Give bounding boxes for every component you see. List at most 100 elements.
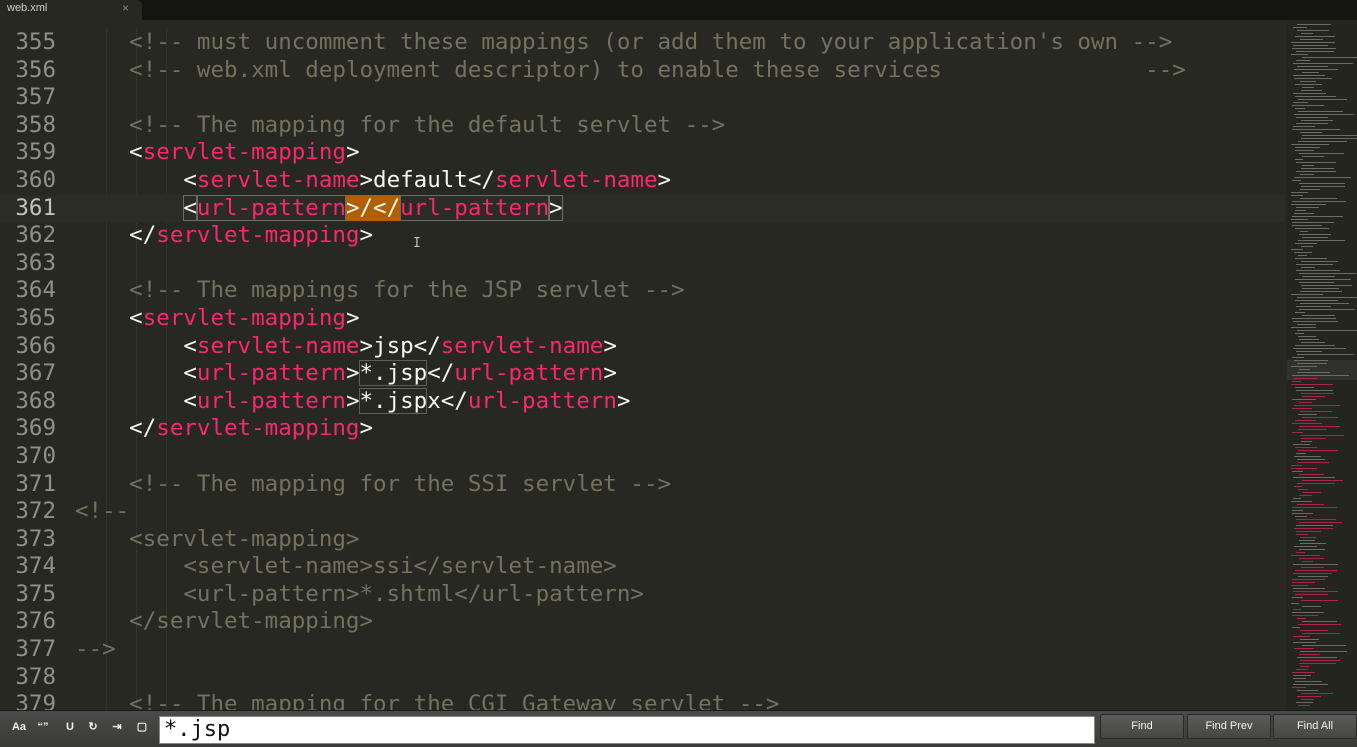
minimap-line	[1302, 561, 1313, 562]
minimap-line	[1302, 417, 1338, 418]
minimap-line	[1292, 222, 1334, 223]
tab-web-xml[interactable]: web.xml ×	[0, 0, 142, 20]
minimap-line	[1292, 672, 1315, 673]
minimap[interactable]	[1287, 20, 1357, 710]
line-number: 378	[15, 663, 56, 690]
code-line[interactable]: 379 <!-- The mapping for the CGI Gateway…	[0, 691, 1285, 710]
code-token: </servlet-mapping>	[75, 608, 374, 635]
code-line[interactable]: 361 <url-pattern>/</url-pattern>	[0, 194, 1285, 223]
find-prev-button[interactable]: Find Prev	[1187, 714, 1271, 739]
code-line[interactable]: 375 <url-pattern>*.shtml</url-pattern>	[0, 581, 1285, 609]
code-line[interactable]: 364 <!-- The mappings for the JSP servle…	[0, 277, 1285, 305]
wrap-icon[interactable]: ↻	[84, 718, 102, 736]
minimap-line	[1298, 429, 1327, 430]
code-token: >	[616, 387, 631, 414]
minimap-line	[1292, 432, 1303, 433]
minimap-line	[1297, 363, 1327, 364]
minimap-line	[1302, 57, 1357, 58]
minimap-line	[1295, 258, 1327, 259]
code-token: <	[75, 304, 143, 331]
minimap-line	[1291, 468, 1317, 469]
code-editor[interactable]: 355 <!-- must uncomment these mappings (…	[0, 29, 1285, 710]
minimap-line	[1293, 498, 1301, 499]
find-all-button[interactable]: Find All	[1273, 714, 1357, 739]
code-line[interactable]: 374 <servlet-name>ssi</servlet-name>	[0, 553, 1285, 581]
find-button[interactable]: Find	[1100, 714, 1184, 739]
minimap-line	[1294, 648, 1314, 649]
code-line[interactable]: 373 <servlet-mapping>	[0, 526, 1285, 554]
code-line[interactable]: 368 <url-pattern>*.jspx</url-pattern>	[0, 387, 1285, 416]
minimap-line	[1292, 399, 1316, 400]
minimap-line	[1296, 51, 1334, 52]
minimap-line	[1292, 612, 1324, 613]
minimap-line	[1298, 705, 1310, 706]
code-line[interactable]: 378	[0, 664, 1285, 692]
code-token: >	[345, 139, 360, 166]
line-number: 376	[15, 608, 56, 635]
code-token: <	[75, 387, 197, 414]
case-sensitive-icon[interactable]: Aa	[10, 718, 28, 736]
minimap-line	[1294, 213, 1314, 214]
minimap-line	[1299, 183, 1345, 184]
code-line[interactable]: 367 <url-pattern>*.jsp</url-pattern>	[0, 360, 1285, 388]
code-line[interactable]: 355 <!-- must uncomment these mappings (…	[0, 29, 1285, 57]
code-line[interactable]: 363	[0, 250, 1285, 278]
code-line[interactable]: 376 </servlet-mapping>	[0, 608, 1285, 636]
code-token: url-pattern	[196, 387, 346, 414]
code-token: <url-pattern>*.shtml</url-pattern>	[75, 580, 644, 607]
minimap-line	[1298, 111, 1343, 112]
line-number: 363	[15, 249, 56, 276]
code-line[interactable]: 359 <servlet-mapping>	[0, 139, 1285, 167]
minimap-line	[1293, 564, 1338, 565]
code-line[interactable]: 370	[0, 443, 1285, 471]
code-line[interactable]: 366 <servlet-name>jsp</servlet-name>	[0, 333, 1285, 361]
close-icon[interactable]: ×	[122, 1, 129, 15]
minimap-line	[1300, 174, 1314, 175]
code-line[interactable]: 371 <!-- The mapping for the SSI servlet…	[0, 471, 1285, 499]
minimap-line	[1301, 246, 1313, 247]
code-line[interactable]: 365 <servlet-mapping>	[0, 305, 1285, 333]
code-token: <!-- The mappings for the JSP servlet --…	[75, 277, 685, 304]
minimap-line	[1296, 171, 1336, 172]
highlight-matches-icon[interactable]: ⇥	[108, 718, 126, 736]
code-line[interactable]: 356 <!-- web.xml deployment descriptor) …	[0, 57, 1285, 85]
code-token: servlet-name	[440, 332, 604, 359]
code-token: <	[75, 139, 143, 166]
code-token: >default</	[359, 166, 495, 193]
minimap-line	[1298, 489, 1308, 490]
minimap-line	[1296, 264, 1333, 265]
in-selection-icon[interactable]: U	[61, 718, 79, 736]
minimap-line	[1300, 537, 1316, 538]
find-panel: Aa “” U ↻ ⇥ ▢ *.jsp Find Find Prev Find All	[0, 710, 1357, 747]
minimap-line	[1291, 501, 1312, 502]
code-line[interactable]: 362 </servlet-mapping>	[0, 222, 1285, 250]
minimap-line	[1302, 396, 1325, 397]
minimap-line	[1295, 96, 1336, 97]
minimap-line	[1296, 519, 1336, 520]
minimap-line	[1291, 465, 1302, 466]
minimap-line	[1293, 126, 1315, 127]
minimap-line	[1295, 333, 1304, 334]
code-line[interactable]: 357	[0, 84, 1285, 112]
minimap-line	[1301, 168, 1334, 169]
minimap-line	[1298, 336, 1316, 337]
find-input[interactable]: *.jsp	[159, 716, 1095, 744]
code-token: x</	[427, 387, 468, 414]
minimap-line	[1296, 669, 1308, 670]
minimap-line	[1297, 618, 1306, 619]
minimap-line	[1300, 630, 1328, 631]
code-line[interactable]: 360 <servlet-name>default</servlet-name>	[0, 167, 1285, 195]
minimap-line	[1293, 642, 1316, 643]
minimap-line	[1291, 144, 1329, 145]
code-line[interactable]: 377 -->	[0, 636, 1285, 664]
minimap-line	[1300, 231, 1308, 232]
code-line[interactable]: 358 <!-- The mapping for the default ser…	[0, 112, 1285, 140]
regex-icon[interactable]: ▢	[133, 718, 151, 736]
code-token: >	[603, 332, 617, 359]
minimap-line	[1302, 135, 1357, 136]
code-line[interactable]: 372 <!--	[0, 498, 1285, 526]
whole-word-icon[interactable]: “”	[34, 718, 52, 736]
minimap-line	[1293, 636, 1310, 637]
minimap-line	[1293, 45, 1328, 46]
code-line[interactable]: 369 </servlet-mapping>	[0, 415, 1285, 443]
